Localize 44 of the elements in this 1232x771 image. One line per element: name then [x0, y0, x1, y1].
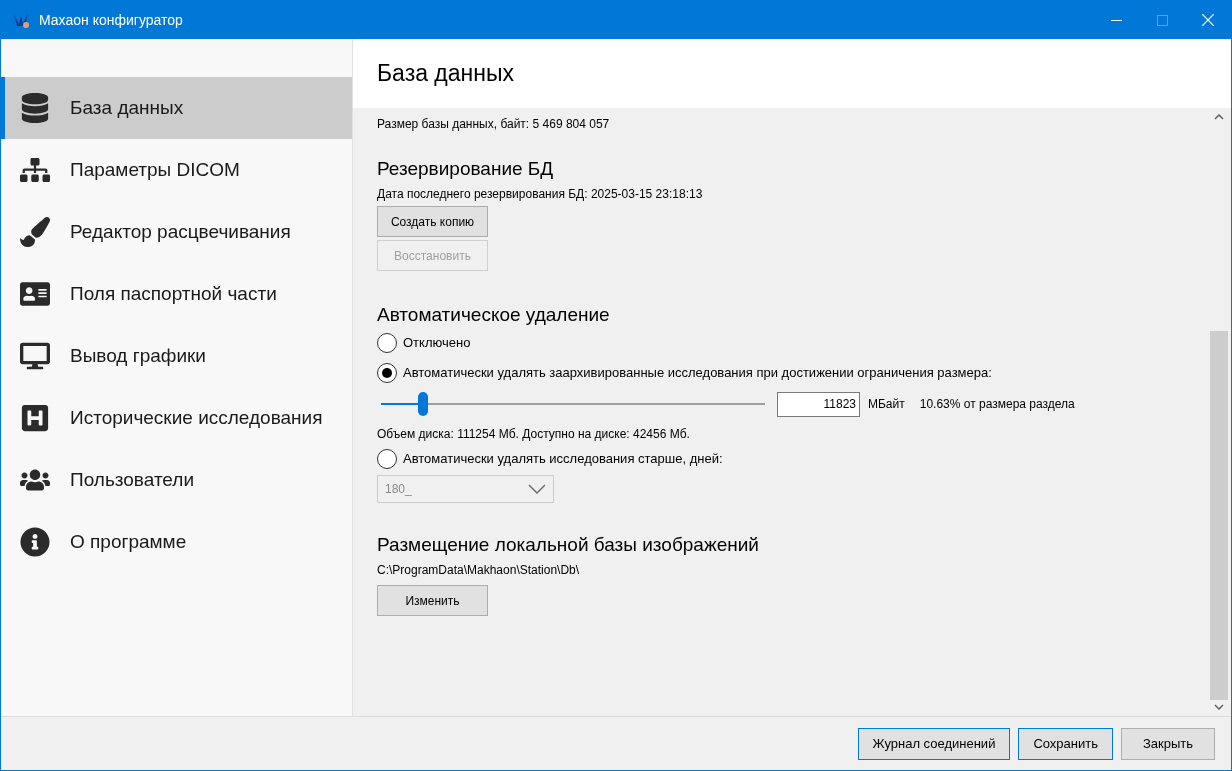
radio-button[interactable]	[377, 363, 397, 383]
hierarchy-icon	[20, 155, 50, 185]
info-icon	[20, 527, 50, 557]
sidebar-item[interactable]: Вывод графики	[1, 325, 352, 387]
sidebar-item[interactable]: Исторические исследования	[1, 387, 352, 449]
sidebar-item[interactable]: Параметры DICOM	[1, 139, 352, 201]
page-title: База данных	[377, 59, 514, 89]
db-size-text: Размер базы данных, байт: 5 469 804 057	[377, 116, 611, 133]
backup-button[interactable]: Создать копию	[377, 206, 488, 237]
window-title: Махаон конфигуратор	[39, 10, 183, 30]
sidebar-item[interactable]: База данных	[1, 77, 352, 139]
close-icon[interactable]	[1202, 14, 1214, 26]
paintbrush-icon	[20, 217, 50, 247]
chevron-down-icon[interactable]	[1214, 704, 1224, 710]
last-backup-text: Дата последнего резервирования БД: 2025-03-15 23:18:13	[377, 186, 704, 203]
footer-button[interactable]: Журнал соединений	[857, 727, 1011, 760]
radio-button[interactable]	[377, 333, 397, 353]
sidebar-item[interactable]: Редактор расцвечивания	[1, 201, 352, 263]
radio-label: Автоматически удалять заархивированные исследования при достижении ограничения размера:	[403, 364, 992, 383]
radio-button[interactable]	[377, 449, 397, 469]
footer-button[interactable]: Закрыть	[1121, 727, 1215, 760]
sidebar-item[interactable]: Поля паспортной части	[1, 263, 352, 325]
disk-info-text: Объем диска: 111254 Мб. Доступно на диске: 42456 Мб.	[377, 426, 691, 443]
database-icon	[20, 93, 50, 123]
section-heading: Размещение локальной базы изображений	[377, 533, 760, 557]
id-card-icon	[20, 279, 50, 309]
chevron-up-icon[interactable]	[1214, 114, 1224, 120]
section-heading: Резервирование БД	[377, 157, 555, 181]
slider-thumb[interactable]	[418, 392, 429, 416]
section-heading: Автоматическое удаление	[377, 303, 611, 327]
size-unit: МБайт	[868, 396, 905, 413]
path-text: C:\ProgramData\Makhaon\Station\Db\	[377, 562, 581, 579]
scrollbar-thumb[interactable]	[1210, 331, 1228, 700]
radio-label: Отключено	[403, 334, 471, 353]
sidebar-item[interactable]: О программе	[1, 511, 352, 573]
size-slider[interactable]	[381, 391, 765, 417]
radio-label: Автоматически удалять исследования старше, дней:	[403, 450, 723, 469]
change-button[interactable]: Изменить	[377, 585, 488, 616]
sidebar-item[interactable]: Пользователи	[1, 449, 352, 511]
footer-button[interactable]: Сохранить	[1018, 727, 1113, 760]
monitor-icon	[20, 341, 50, 371]
chevron-down-icon	[528, 484, 546, 494]
size-input[interactable]: 11823	[777, 391, 860, 417]
size-percent: 10.63% от размера раздела	[919, 396, 1075, 413]
